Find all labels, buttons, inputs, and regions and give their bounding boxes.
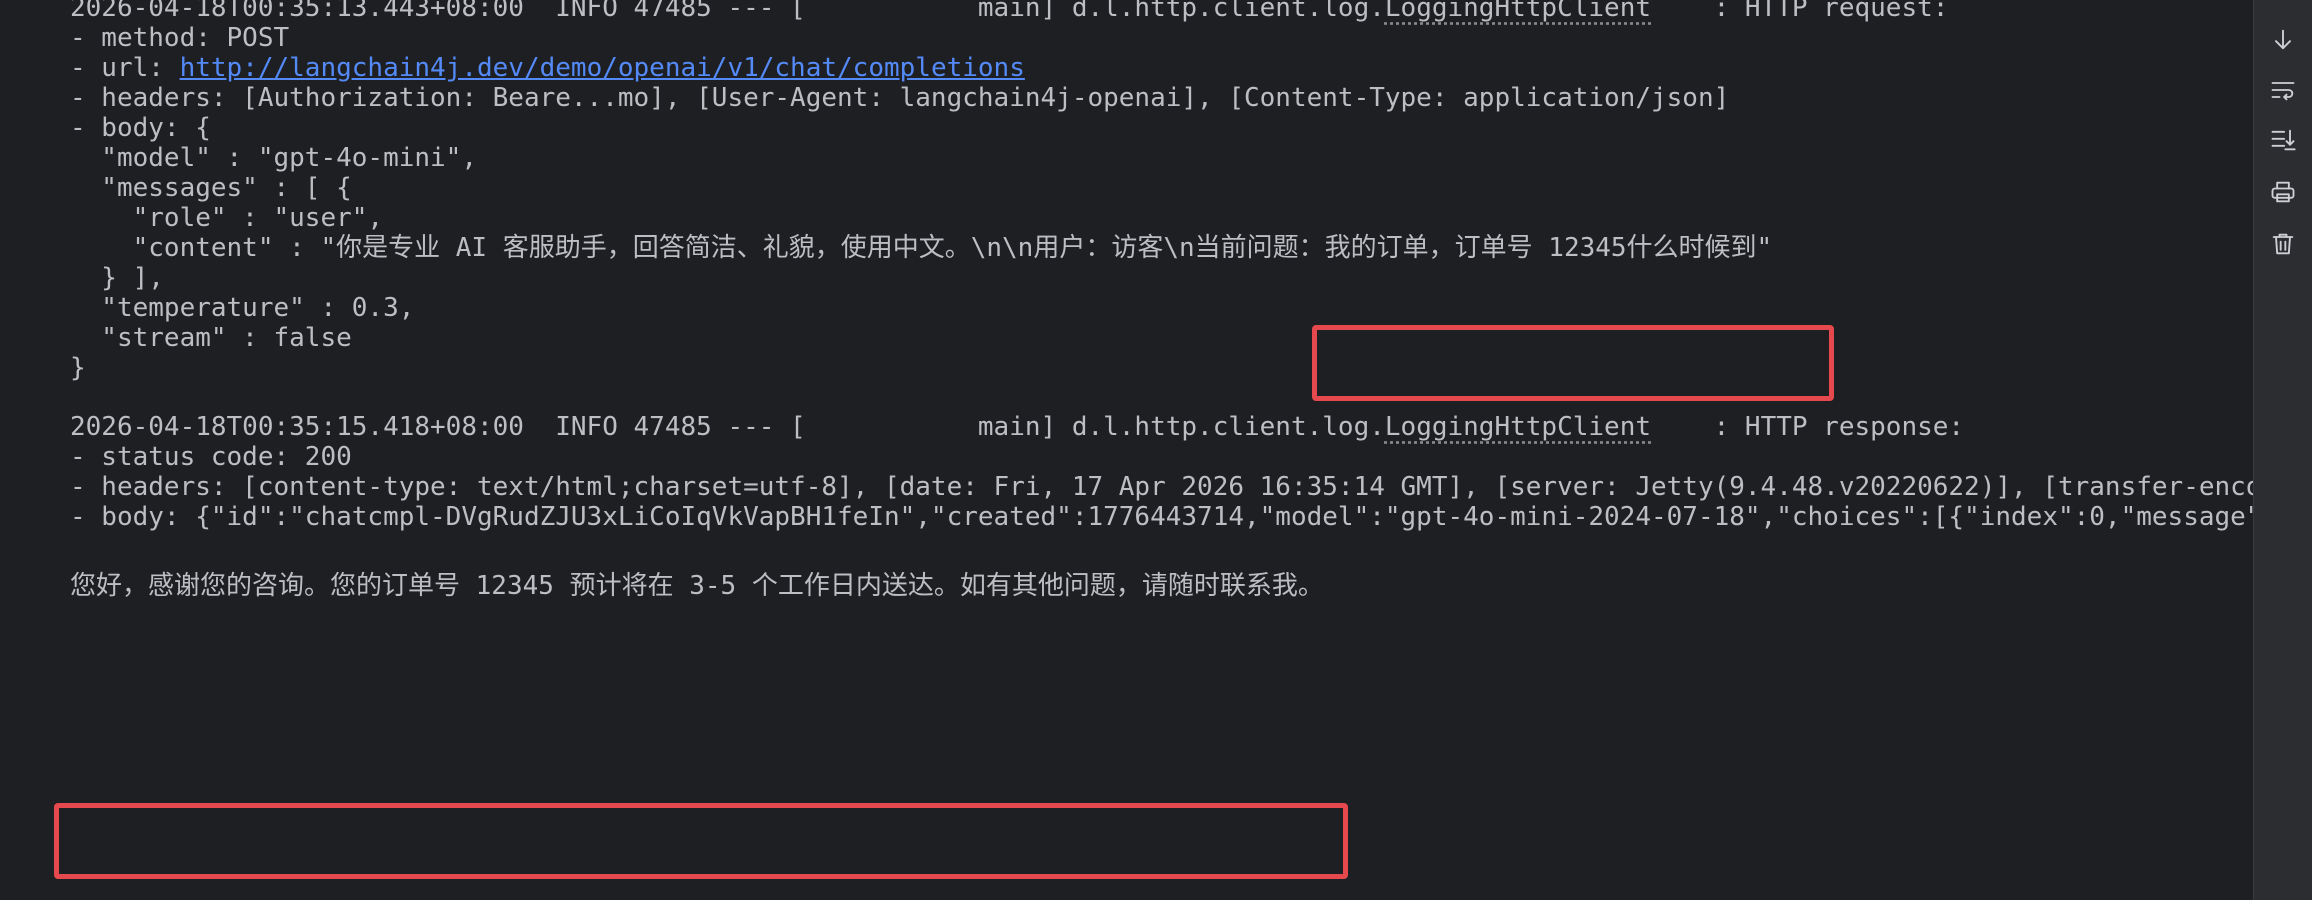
log-suffix: : HTTP request:: [1651, 0, 1949, 23]
log-line-response-header: 2026-04-18T00:35:15.418+08:00 INFO 47485…: [70, 405, 1964, 449]
trash-icon[interactable]: [2265, 226, 2301, 262]
question-highlight-box: [1312, 325, 1834, 401]
logger-class-name: LoggingHttpClient: [1384, 0, 1651, 23]
run-console: 2026-04-18T00:35:13.443+08:00 INFO 47485…: [0, 0, 2312, 900]
log-line-content: "content" : "你是专业 AI 客服助手，回答简洁、礼貌，使用中文。\…: [70, 233, 1773, 263]
answer-highlight-box: [54, 803, 1348, 879]
log-suffix: : HTTP response:: [1651, 412, 1965, 442]
console-gutter: [0, 0, 45, 900]
soft-wrap-icon[interactable]: [2265, 72, 2301, 108]
print-icon[interactable]: [2265, 174, 2301, 210]
logger-class-name: LoggingHttpClient: [1384, 412, 1651, 442]
log-line: - body: {"id":"chatcmpl-DVgRudZJU3xLiCoI…: [70, 502, 2254, 532]
scroll-down-icon[interactable]: [2265, 122, 2301, 158]
log-line: "stream" : false: [70, 323, 352, 353]
log-line-request-header: 2026-04-18T00:35:13.443+08:00 INFO 47485…: [70, 0, 1948, 30]
console-output[interactable]: 2026-04-18T00:35:13.443+08:00 INFO 47485…: [44, 0, 2254, 900]
scroll-to-end-icon[interactable]: [2265, 22, 2301, 58]
log-line: }: [70, 353, 86, 383]
console-toolbar: [2253, 0, 2312, 900]
log-line-answer: 您好，感谢您的咨询。您的订单号 12345 预计将在 3-5 个工作日内送达。如…: [70, 571, 1324, 601]
log-line: - headers: [Authorization: Beare...mo], …: [70, 83, 1730, 113]
